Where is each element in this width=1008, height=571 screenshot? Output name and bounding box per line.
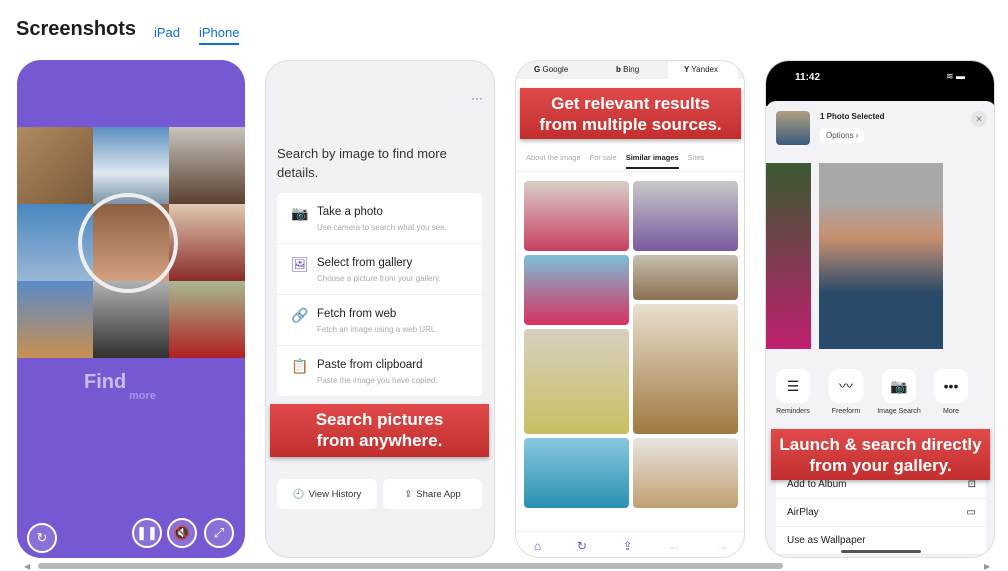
options-button[interactable]: Options › (820, 128, 865, 143)
more-menu-icon: ··· (471, 91, 483, 105)
options-list: 📷 Take a photo Use camera to search what y… (277, 193, 482, 397)
option-gallery[interactable]: 🖼 Select from gallery Choose a picture fro… (277, 244, 482, 295)
image-search-icon[interactable]: 📷 (882, 369, 916, 403)
option-subtitle: Fetch an image using a web URL. (317, 325, 438, 334)
banner-line: from your gallery. (809, 456, 952, 475)
action-airplay[interactable]: AirPlay ▭ (776, 499, 986, 527)
share-app-button[interactable]: ⇪ Share App (383, 479, 482, 509)
close-icon[interactable]: ✕ (971, 111, 987, 127)
airplay-icon: ▭ (966, 507, 976, 518)
result-image[interactable] (633, 304, 738, 434)
tab-iphone[interactable]: iPhone (199, 25, 240, 45)
forward-icon[interactable]: → (716, 539, 728, 553)
app-label: Freeform (831, 408, 861, 415)
result-image[interactable] (524, 255, 629, 325)
engine-bing[interactable]: b Bing (592, 61, 668, 79)
engine-tabs: G Google b Bing Y Yandex (516, 61, 744, 79)
result-image[interactable] (524, 438, 629, 508)
result-image[interactable] (524, 329, 629, 434)
result-image[interactable] (633, 438, 738, 508)
mute-icon[interactable]: 🔇 (167, 518, 197, 548)
photo-side (766, 163, 811, 349)
screenshot-1-video[interactable]: Find more ↻ ❚❚ 🔇 ⤢ (17, 60, 245, 558)
photo-thumbnail (776, 111, 810, 145)
app-label: More (943, 408, 959, 415)
freeform-icon[interactable]: 〰 (829, 369, 863, 403)
promo-banner: Search pictures from anywhere. (270, 404, 489, 457)
option-take-photo[interactable]: 📷 Take a photo Use camera to search what y… (277, 193, 482, 244)
heading: Search by image to find more details. (277, 146, 447, 180)
option-title: Fetch from web (317, 308, 397, 320)
button-label: View History (308, 488, 362, 500)
eiffel-photo (17, 281, 93, 358)
clipboard-icon: 📋 (291, 358, 309, 374)
result-image[interactable] (633, 181, 738, 251)
caption-more: more (129, 390, 156, 402)
button-label: Share App (416, 488, 461, 500)
engine-yandex[interactable]: Y Yandex (668, 61, 738, 79)
promo-banner: Launch & search directly from your galle… (771, 429, 990, 480)
man-sunglasses-photo (169, 127, 245, 204)
screenshot-3[interactable]: G Google b Bing Y Yandex Get relevant re… (515, 60, 745, 558)
screenshot-2[interactable]: ··· Search by image to find more details… (265, 60, 495, 558)
result-subtabs: About the image For sale Similar images … (526, 153, 704, 169)
divider (516, 171, 744, 172)
banner-line: from anywhere. (316, 431, 443, 450)
reminders-icon[interactable]: ☰ (776, 369, 810, 403)
option-title: Take a photo (317, 206, 383, 218)
link-icon: 🔗 (291, 307, 309, 323)
selection-label: 1 Photo Selected (820, 112, 885, 121)
option-clipboard[interactable]: 📋 Paste from clipboard Paste the image you… (277, 346, 482, 397)
screenshot-4[interactable]: 11:42 ≋ ▬ 1 Photo Selected Options › ✕ ☰… (765, 60, 995, 558)
status-bar: 11:42 ≋ ▬ (766, 61, 994, 106)
expand-icon[interactable]: ⤢ (204, 518, 234, 548)
option-subtitle: Paste the image you have copied. (317, 376, 438, 385)
banner-line: Search pictures (315, 410, 444, 429)
more-icon[interactable]: ••• (934, 369, 968, 403)
selected-photo (819, 163, 943, 349)
replay-icon[interactable]: ↻ (27, 523, 57, 553)
option-subtitle: Use camera to search what you see. (317, 223, 447, 232)
subtab[interactable]: Sites (688, 153, 705, 169)
home-icon[interactable]: ⌂ (534, 539, 541, 553)
banner-line: Get relevant results (551, 94, 710, 113)
pause-icon[interactable]: ❚❚ (132, 518, 162, 548)
section-title: Screenshots (16, 18, 137, 40)
woman-beret-photo (169, 204, 245, 281)
refresh-icon[interactable]: ↻ (577, 539, 587, 553)
view-history-button[interactable]: 🕘 View History (277, 479, 377, 509)
app-label: Image Search (877, 408, 921, 415)
banner-line: from multiple sources. (539, 115, 722, 134)
camera-icon: 📷 (291, 205, 309, 221)
app-label: Reminders (776, 408, 810, 415)
option-title: Paste from clipboard (317, 359, 423, 371)
option-title: Select from gallery (317, 257, 413, 269)
share-icon: ⇪ (404, 488, 413, 500)
tab-ipad[interactable]: iPad (154, 25, 180, 40)
history-icon: 🕘 (292, 488, 305, 500)
caption-find: Find (84, 371, 127, 393)
subtab[interactable]: About the image (526, 153, 581, 169)
home-indicator (841, 550, 921, 553)
magnifier-icon (78, 193, 178, 293)
bottom-toolbar: ⌂ ↻ ⇪ ← → (516, 531, 744, 557)
result-image[interactable] (524, 181, 629, 251)
wifi-battery-icon: ≋ ▬ (946, 71, 966, 81)
back-icon[interactable]: ← (668, 539, 680, 553)
subtab[interactable]: For sale (590, 153, 617, 169)
engine-google[interactable]: G Google (516, 61, 592, 79)
banner-line: Launch & search directly (779, 435, 982, 454)
gallery-icon: 🖼 (291, 256, 309, 272)
horizontal-scrollbar[interactable] (38, 563, 783, 569)
option-web[interactable]: 🔗 Fetch from web Fetch an image using a we… (277, 295, 482, 346)
subtab-active[interactable]: Similar images (625, 153, 679, 169)
promo-banner: Get relevant results from multiple sourc… (520, 88, 741, 139)
beetle-photo (169, 281, 245, 358)
clock: 11:42 (795, 72, 821, 83)
result-image[interactable] (633, 255, 738, 300)
share-icon[interactable]: ⇪ (623, 539, 633, 553)
lizard-photo (17, 127, 93, 204)
option-subtitle: Choose a picture from your gallery. (317, 274, 441, 283)
